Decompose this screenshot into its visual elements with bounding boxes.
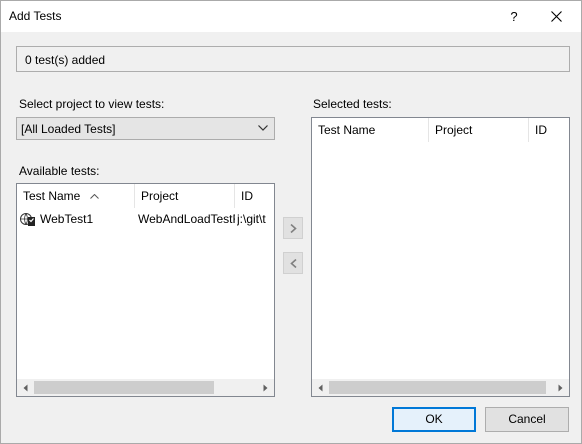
- tests-added-status: 0 test(s) added: [16, 46, 570, 72]
- help-button[interactable]: ?: [497, 3, 531, 31]
- column-header-label: ID: [241, 189, 253, 203]
- close-button[interactable]: [539, 3, 575, 31]
- column-header-project[interactable]: Project: [429, 118, 529, 142]
- column-header-label: ID: [535, 123, 547, 137]
- ok-button[interactable]: OK: [392, 407, 476, 432]
- remove-test-button[interactable]: [283, 252, 303, 274]
- column-header-label: Test Name: [318, 123, 376, 137]
- scroll-right-icon: [558, 384, 563, 392]
- scroll-right-button[interactable]: [257, 379, 274, 396]
- scroll-right-icon: [263, 384, 268, 392]
- available-tests-header: Test Name Project ID: [17, 184, 274, 208]
- column-header-test-name[interactable]: Test Name: [17, 184, 135, 208]
- scroll-right-button[interactable]: [552, 379, 569, 396]
- scrollbar-thumb[interactable]: [34, 381, 214, 394]
- column-header-label: Project: [141, 189, 179, 203]
- selected-tests-header: Test Name Project ID: [312, 118, 569, 142]
- chevron-left-icon: [290, 259, 297, 268]
- add-tests-dialog: Add Tests ? 0 test(s) added Select proje…: [0, 0, 582, 444]
- row-test-name: WebTest1: [40, 212, 94, 226]
- column-header-id[interactable]: ID: [235, 184, 276, 208]
- row-project: WebAndLoadTestF: [138, 212, 235, 226]
- chevron-right-icon: [290, 224, 297, 233]
- project-dropdown[interactable]: [All Loaded Tests]: [16, 117, 275, 140]
- chevron-down-icon: [258, 125, 268, 131]
- column-header-id[interactable]: ID: [529, 118, 571, 142]
- selected-tests-list[interactable]: Test Name Project ID: [311, 117, 570, 397]
- column-header-test-name[interactable]: Test Name: [312, 118, 429, 142]
- available-tests-label: Available tests:: [19, 164, 100, 178]
- scroll-left-icon: [23, 384, 28, 392]
- scroll-left-button[interactable]: [17, 379, 34, 396]
- column-header-label: Project: [435, 123, 473, 137]
- tests-added-text: 0 test(s) added: [25, 53, 106, 67]
- scrollbar-thumb[interactable]: [329, 381, 546, 394]
- sort-ascending-icon: [90, 194, 99, 199]
- web-test-icon: [20, 213, 35, 226]
- horizontal-scrollbar[interactable]: [17, 379, 274, 396]
- column-header-label: Test Name: [23, 189, 81, 203]
- selected-tests-label: Selected tests:: [313, 97, 392, 111]
- available-tests-list[interactable]: Test Name Project ID WebTest1 WebAndLoad…: [16, 183, 275, 397]
- title-bar: Add Tests ?: [1, 1, 581, 32]
- scroll-left-button[interactable]: [312, 379, 329, 396]
- project-select-label: Select project to view tests:: [19, 97, 165, 111]
- window-title: Add Tests: [9, 9, 62, 23]
- table-row[interactable]: WebTest1 WebAndLoadTestF j:\git\t: [17, 210, 274, 228]
- close-icon: [551, 11, 562, 22]
- row-id: j:\git\t: [237, 212, 266, 226]
- scroll-left-icon: [318, 384, 323, 392]
- add-test-button[interactable]: [283, 217, 303, 239]
- horizontal-scrollbar[interactable]: [312, 379, 569, 396]
- column-header-project[interactable]: Project: [135, 184, 235, 208]
- cancel-button[interactable]: Cancel: [485, 407, 569, 432]
- project-dropdown-value: [All Loaded Tests]: [21, 122, 116, 136]
